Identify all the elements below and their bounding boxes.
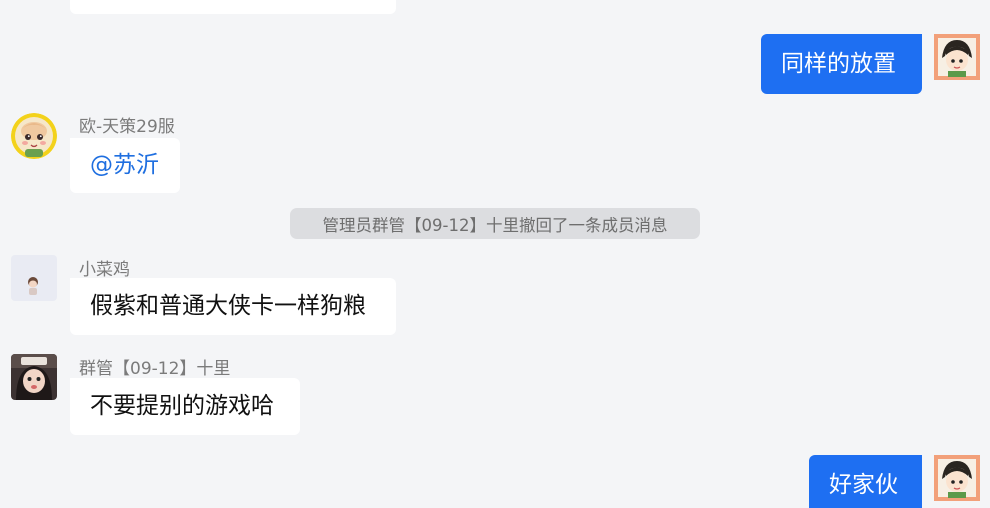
self-avatar[interactable] <box>934 34 980 80</box>
baby-face-avatar-icon <box>11 113 57 159</box>
girl-photo-avatar-icon <box>11 354 57 400</box>
mention-link[interactable]: @苏沂 <box>90 154 159 177</box>
message-text: 好家伙 <box>829 471 898 498</box>
chat-message-area[interactable]: 同样的放置 欧-天策29服 @苏沂 管理员群管【09-12】十里撤回了一条成员消… <box>0 0 990 508</box>
self-avatar[interactable] <box>934 455 980 501</box>
message-text: 同样的放置 <box>781 50 896 77</box>
sender-avatar-ou[interactable] <box>11 113 57 159</box>
small-figure-avatar-icon <box>11 255 57 301</box>
message-bubble-partial[interactable] <box>70 0 396 14</box>
chibi-avatar-icon <box>934 34 980 80</box>
sender-name: 小菜鸡 <box>79 260 130 280</box>
sender-avatar-qunguan[interactable] <box>11 354 57 400</box>
message-text: 不要提别的游戏哈 <box>90 393 274 419</box>
incoming-message-bubble[interactable]: @苏沂 <box>70 138 180 193</box>
sender-avatar-xiaocaiji[interactable] <box>11 255 57 301</box>
outgoing-message-bubble[interactable]: 好家伙 <box>809 455 922 508</box>
system-recall-notice: 管理员群管【09-12】十里撤回了一条成员消息 <box>290 208 700 239</box>
chibi-avatar-icon <box>934 455 980 501</box>
incoming-message-bubble[interactable]: 假紫和普通大侠卡一样狗粮 <box>70 278 396 335</box>
sender-name: 群管【09-12】十里 <box>79 359 231 379</box>
sender-name: 欧-天策29服 <box>79 117 175 137</box>
system-notice-text: 管理员群管【09-12】十里撤回了一条成员消息 <box>322 215 668 235</box>
incoming-message-bubble[interactable]: 不要提别的游戏哈 <box>70 378 300 435</box>
outgoing-message-bubble[interactable]: 同样的放置 <box>761 34 922 94</box>
message-text: 假紫和普通大侠卡一样狗粮 <box>90 293 366 319</box>
